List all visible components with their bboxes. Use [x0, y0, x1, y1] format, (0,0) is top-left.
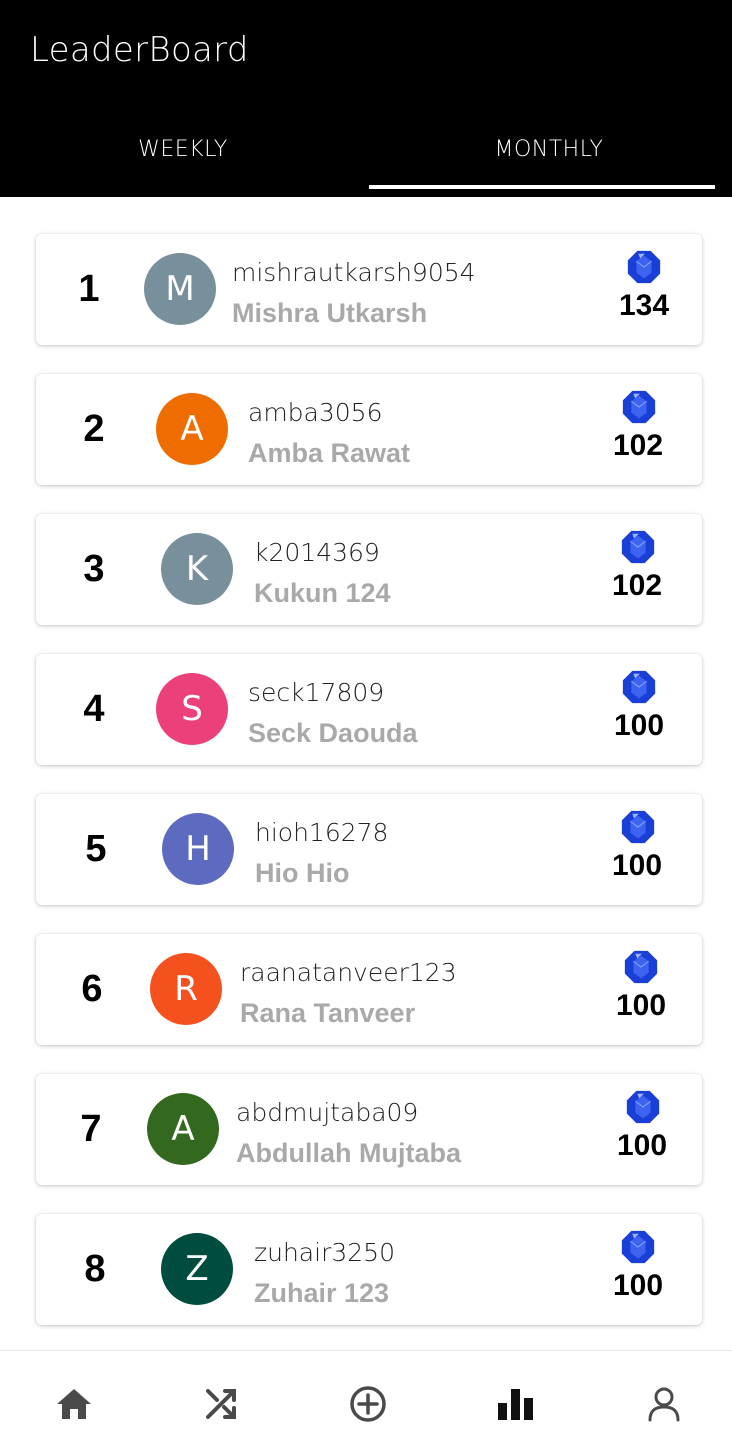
nav-add-button[interactable]: [348, 1384, 388, 1424]
gem-icon: [622, 670, 656, 704]
rank-number: 1: [78, 268, 100, 310]
rank-number: 2: [83, 408, 105, 450]
avatar: M: [144, 253, 216, 325]
points-value: 102: [612, 429, 664, 462]
selected-tab-indicator: [369, 185, 715, 189]
tab-bar: WEEKLY MONTHLY: [0, 122, 732, 197]
bottom-navigation: [0, 1350, 732, 1436]
gem-icon: [622, 390, 656, 424]
username: k2014369: [254, 538, 380, 567]
leaderboard-row[interactable]: 3 Kk2014369 Kukun 124 102: [36, 514, 702, 625]
username: raanatanveer123: [240, 958, 457, 987]
rank-number: 4: [83, 688, 105, 730]
gem-icon: [621, 530, 655, 564]
add-circle-icon: [350, 1386, 386, 1422]
full-name: Rana Tanveer: [240, 998, 416, 1028]
tab-monthly-label: MONTHLY: [494, 137, 604, 162]
shuffle-icon: [206, 1389, 236, 1419]
leaderboard-row[interactable]: 8 Zzuhair3250 Zuhair 123 100: [36, 1214, 702, 1325]
leaderboard-row[interactable]: 7 Aabdmujtaba09 Abdullah Mujtaba 100: [36, 1074, 702, 1185]
full-name: Mishra Utkarsh: [232, 298, 428, 328]
leaderboard-row[interactable]: 6 Rraanatanveer123 Rana Tanveer 100: [36, 934, 702, 1045]
full-name: Hio Hio: [255, 858, 350, 888]
app-bar: LeaderBoard WEEKLY MONTHLY: [0, 0, 732, 197]
points-value: 100: [616, 1129, 668, 1162]
gem-icon: [626, 1090, 660, 1124]
full-name: Amba Rawat: [248, 438, 411, 468]
leaderboard-row[interactable]: 5 Hhioh16278 Hio Hio 100: [36, 794, 702, 905]
tab-weekly[interactable]: WEEKLY: [0, 122, 366, 197]
rank-number: 6: [81, 968, 103, 1010]
profile-icon: [648, 1387, 680, 1422]
nav-shuffle-button[interactable]: [201, 1384, 241, 1424]
avatar: R: [150, 953, 222, 1025]
home-icon: [57, 1389, 91, 1419]
avatar: H: [162, 813, 234, 885]
points-value: 100: [613, 709, 665, 742]
points-value: 100: [611, 849, 663, 882]
nav-home-button[interactable]: [54, 1384, 94, 1424]
rank-number: 8: [84, 1248, 106, 1290]
avatar: K: [161, 533, 233, 605]
rank-number: 3: [83, 548, 105, 590]
rank-number: 7: [80, 1108, 102, 1150]
leaderboard-row[interactable]: 1 Mmishrautkarsh9054 Mishra Utkarsh 134: [36, 234, 702, 345]
username: mishrautkarsh9054: [232, 258, 476, 287]
full-name: Zuhair 123: [254, 1278, 390, 1308]
avatar: A: [147, 1093, 219, 1165]
rank-number: 5: [85, 828, 107, 870]
full-name: Seck Daouda: [248, 718, 418, 748]
tab-monthly[interactable]: MONTHLY: [366, 122, 732, 197]
gem-icon: [621, 1230, 655, 1264]
points-value: 134: [618, 289, 670, 322]
avatar: A: [156, 393, 228, 465]
username: zuhair3250: [254, 1238, 395, 1267]
gem-icon: [624, 950, 658, 984]
nav-profile-button[interactable]: [644, 1384, 684, 1424]
points-value: 102: [611, 569, 663, 602]
leaderboard-row[interactable]: 2 Aamba3056 Amba Rawat 102: [36, 374, 702, 485]
username: abdmujtaba09: [236, 1098, 419, 1127]
avatar: S: [156, 673, 228, 745]
gem-icon: [621, 810, 655, 844]
username: amba3056: [248, 398, 383, 427]
leaderboard-row[interactable]: 4 Sseck17809 Seck Daouda 100: [36, 654, 702, 765]
full-name: Abdullah Mujtaba: [236, 1138, 461, 1168]
nav-leaderboard-button[interactable]: [496, 1384, 536, 1424]
points-value: 100: [612, 1269, 664, 1302]
gem-icon: [627, 250, 661, 284]
points-value: 100: [615, 989, 667, 1022]
page-title: LeaderBoard: [30, 30, 249, 70]
full-name: Kukun 124: [254, 578, 391, 608]
username: hioh16278: [255, 818, 389, 847]
avatar: Z: [161, 1233, 233, 1305]
username: seck17809: [248, 678, 385, 707]
leaderboard-icon: [498, 1389, 533, 1420]
